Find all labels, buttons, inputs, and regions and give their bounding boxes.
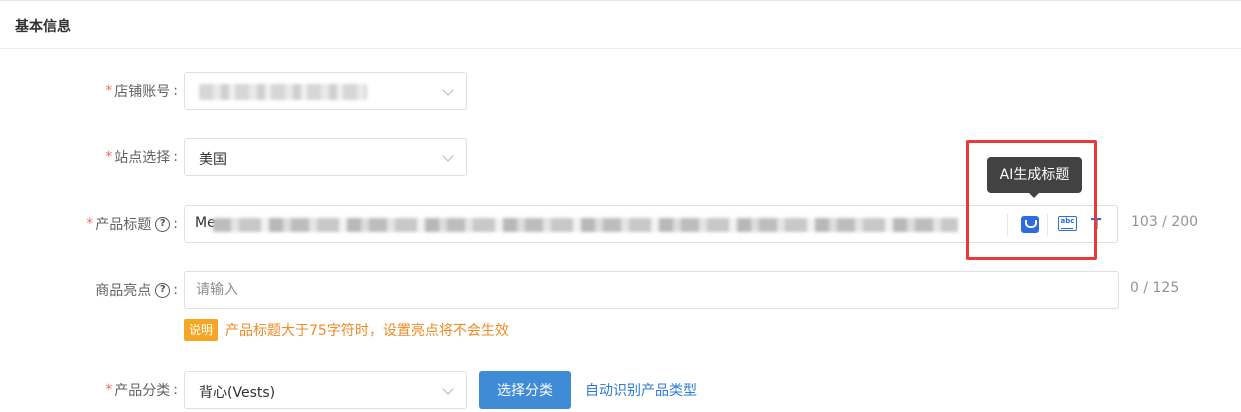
category-select-value: 背心(Vests) [199, 385, 276, 401]
ai-title-tooltip: AI生成标题 [987, 157, 1082, 193]
chevron-down-icon [442, 383, 454, 395]
label-colon: : [173, 282, 178, 298]
highlight-char-counter: 0 / 125 [1130, 280, 1180, 296]
site-label: * 站点选择 : [105, 147, 178, 167]
note-text: 产品标题大于75字符时，设置亮点将不会生效 [225, 323, 509, 339]
label-colon: : [173, 382, 178, 398]
chevron-down-icon [442, 150, 454, 162]
product-title-label: * 产品标题 ? : [86, 214, 178, 234]
category-label: * 产品分类 : [105, 380, 178, 400]
auto-detect-type-link[interactable]: 自动识别产品类型 [585, 380, 697, 400]
redacted-title-text [213, 218, 958, 232]
category-label-text: 产品分类 [114, 383, 171, 399]
label-colon: : [173, 83, 178, 99]
required-mark: * [105, 149, 113, 165]
section-header: 基本信息 [0, 1, 1241, 49]
note-badge: 说明 [184, 319, 219, 341]
section-title: 基本信息 [15, 19, 71, 35]
store-account-select[interactable] [184, 72, 467, 110]
help-icon[interactable]: ? [155, 282, 171, 298]
required-mark: * [86, 216, 94, 232]
site-label-text: 站点选择 [114, 150, 171, 166]
highlight-input[interactable] [185, 272, 1118, 308]
highlight-label: 商品亮点 ? : [95, 280, 178, 300]
label-colon: : [173, 216, 178, 232]
required-mark: * [105, 83, 113, 99]
label-colon: : [173, 149, 178, 165]
store-account-label-text: 店铺账号 [114, 84, 171, 100]
store-account-label: * 店铺账号 : [105, 81, 178, 101]
select-category-button[interactable]: 选择分类 [479, 371, 571, 409]
title-char-counter: 103 / 200 [1131, 214, 1199, 230]
site-select[interactable]: 美国 [184, 138, 467, 176]
category-select[interactable]: 背心(Vests) [184, 371, 467, 409]
chevron-down-icon [442, 84, 454, 96]
required-mark: * [105, 382, 113, 398]
redacted-value [199, 84, 367, 100]
product-title-label-text: 产品标题 [95, 217, 152, 233]
site-select-value: 美国 [199, 152, 227, 168]
tooltip-arrow [1028, 192, 1040, 198]
highlight-label-text: 商品亮点 [95, 283, 152, 299]
note: 说明 产品标题大于75字符时，设置亮点将不会生效 [184, 319, 509, 341]
help-icon[interactable]: ? [155, 216, 171, 232]
highlight-input-wrapper [184, 271, 1119, 309]
